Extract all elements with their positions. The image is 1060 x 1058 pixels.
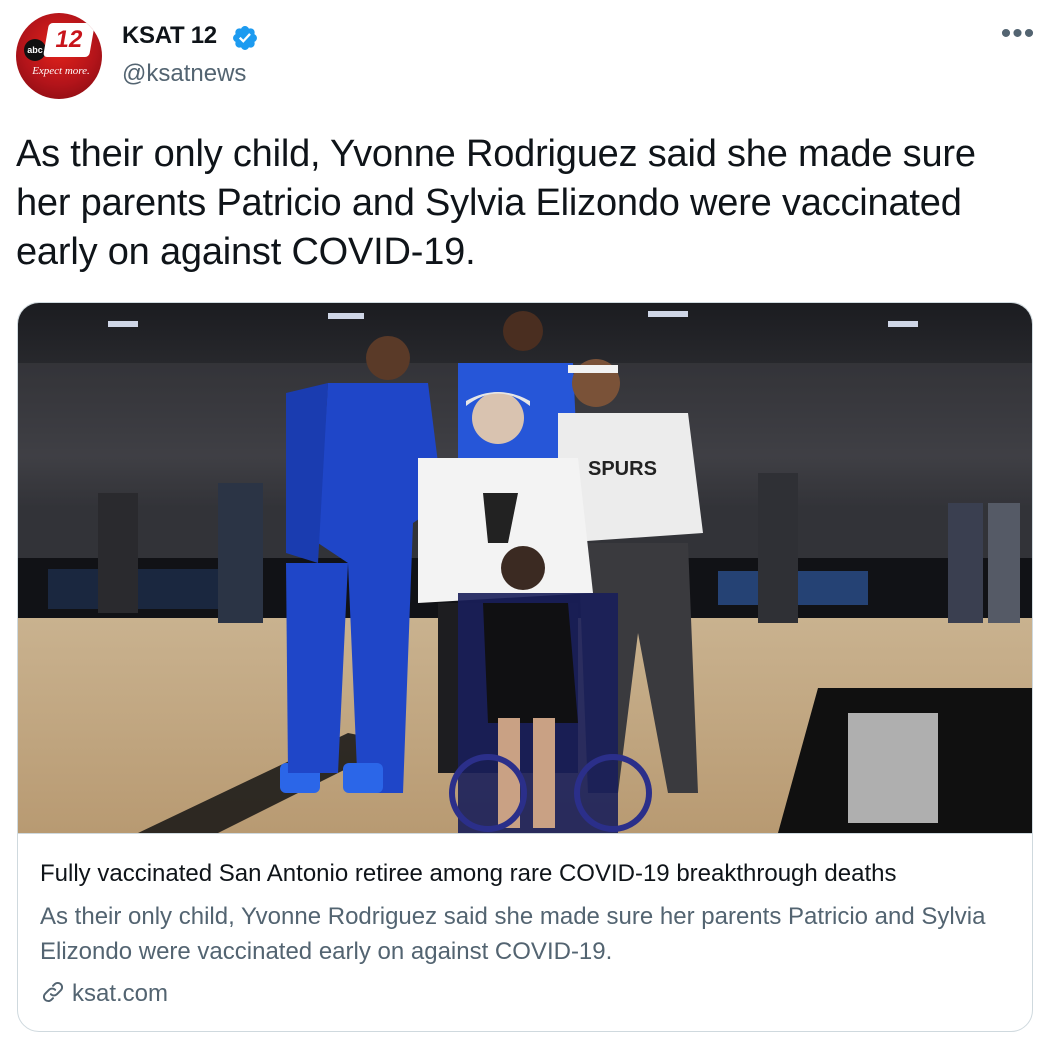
display-name[interactable]: KSAT 12 bbox=[122, 22, 217, 50]
logo-channel-number: 12 bbox=[43, 23, 95, 57]
more-options-button[interactable]: ••• bbox=[998, 19, 1038, 52]
card-domain-text: ksat.com bbox=[72, 980, 169, 1007]
user-handle[interactable]: @ksatnews bbox=[122, 60, 246, 88]
link-icon bbox=[42, 981, 64, 1003]
logo-tagline: Expect more. bbox=[32, 65, 90, 77]
avatar[interactable]: abc 12 Expect more. bbox=[16, 13, 102, 99]
tweet-text: As their only child, Yvonne Rodriguez sa… bbox=[16, 133, 976, 273]
photo-of-family-with-basketball-players: SPURS bbox=[18, 303, 1032, 833]
card-title[interactable]: Fully vaccinated San Antonio retiree amo… bbox=[40, 860, 1020, 888]
svg-text:SPURS: SPURS bbox=[588, 458, 657, 480]
link-preview-card[interactable]: SPURS Fully vaccinated San Antonio retir… bbox=[17, 302, 1033, 1032]
card-description: As their only child, Yvonne Rodriguez sa… bbox=[40, 903, 986, 965]
card-domain[interactable]: ksat.com bbox=[40, 979, 168, 1008]
card-image[interactable]: SPURS bbox=[18, 303, 1032, 834]
logo-network: abc bbox=[24, 39, 46, 61]
verified-badge-icon bbox=[233, 26, 257, 50]
